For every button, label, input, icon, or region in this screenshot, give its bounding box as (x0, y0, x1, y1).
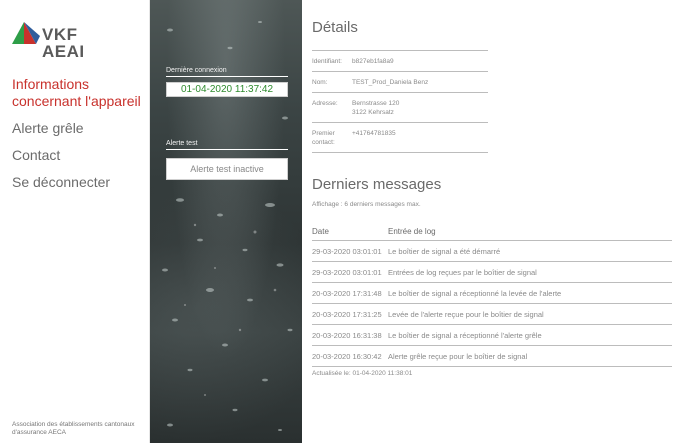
vkf-aeai-logo[interactable]: VKF AEAI (12, 22, 142, 62)
details-title: Détails (312, 19, 358, 36)
details-table: Identifiant: b827eb1fa8a9 Nom: TEST_Prod… (312, 50, 488, 153)
hail-photo-panel: Dernière connexion 01-04-2020 11:37:42 A… (150, 0, 302, 443)
detail-value: Bernstrasse 120 3122 Kehrsatz (352, 99, 488, 117)
message-entry: Alerte grêle reçue pour le boîtier de si… (388, 351, 528, 361)
detail-row-name: Nom: TEST_Prod_Daniela Benz (312, 72, 488, 93)
message-date: 20-03-2020 17:31:25 (312, 309, 382, 319)
nav-item-contact[interactable]: Contact (12, 147, 152, 164)
table-row: 20-03-2020 17:31:48 Le boîtier de signal… (312, 283, 672, 304)
messages-table: Date Entrée de log 29-03-2020 03:01:01 L… (312, 222, 672, 367)
message-entry: Le boîtier de signal a été démarré (388, 246, 501, 256)
detail-value: TEST_Prod_Daniela Benz (352, 79, 429, 86)
logo-text-vkf: VKF (42, 25, 78, 44)
detail-row-identifier: Identifiant: b827eb1fa8a9 (312, 50, 488, 72)
message-entry: Le boîtier de signal a réceptionné la le… (388, 288, 562, 298)
messages-title: Derniers messages (312, 176, 442, 193)
message-entry: Le boîtier de signal a réceptionné l'ale… (388, 330, 542, 340)
main-content: Détails Identifiant: b827eb1fa8a9 Nom: T… (312, 0, 672, 443)
table-row: 29-03-2020 03:01:01 Entrées de log reçue… (312, 262, 672, 283)
message-date: 29-03-2020 03:01:01 (312, 267, 382, 277)
messages-subtitle: Affichage : 6 derniers messages max. (312, 201, 421, 208)
table-row: 20-03-2020 16:30:42 Alerte grêle reçue p… (312, 346, 672, 367)
last-updated-text: Actualisée le: 01-04-2020 11:38:01 (312, 370, 413, 377)
sidebar: VKF AEAI Informations concernant l'appar… (0, 0, 150, 443)
logo-triangle-icon (12, 22, 40, 44)
column-header-log-entry: Entrée de log (388, 226, 436, 236)
nav-item-logout[interactable]: Se déconnecter (12, 174, 152, 191)
table-row: 20-03-2020 17:31:25 Levée de l'alerte re… (312, 304, 672, 325)
detail-key: Identifiant: (312, 58, 342, 65)
nav-item-device-info[interactable]: Informations concernant l'appareil (12, 76, 152, 110)
message-date: 20-03-2020 17:31:48 (312, 288, 382, 298)
detail-value: b827eb1fa8a9 (352, 58, 394, 65)
sidebar-footer-text: Association des établissements cantonaux… (12, 421, 135, 436)
table-row: 29-03-2020 03:01:01 Le boîtier de signal… (312, 241, 672, 262)
message-date: 29-03-2020 03:01:01 (312, 246, 382, 256)
nav-item-hail-alert[interactable]: Alerte grêle (12, 120, 152, 137)
message-date: 20-03-2020 16:30:42 (312, 351, 382, 361)
last-connection-label: Dernière connexion (166, 67, 288, 77)
detail-row-address: Adresse: Bernstrasse 120 3122 Kehrsatz (312, 93, 488, 123)
messages-table-header: Date Entrée de log (312, 222, 672, 241)
detail-key: Premier contact: (312, 130, 335, 146)
detail-value: +41764781835 (352, 130, 396, 137)
table-row: 20-03-2020 16:31:38 Le boîtier de signal… (312, 325, 672, 346)
logo-text-aeai: AEAI (42, 42, 85, 61)
message-entry: Entrées de log reçues par le boîtier de … (388, 267, 537, 277)
detail-row-first-contact: Premier contact: +41764781835 (312, 123, 488, 153)
detail-key: Adresse: (312, 100, 338, 107)
main-nav: Informations concernant l'appareil Alert… (12, 76, 152, 201)
address-street: Bernstrasse 120 (352, 100, 400, 107)
address-city: 3122 Kehrsatz (352, 109, 394, 116)
test-alert-button[interactable]: Alerte test inactive (166, 158, 288, 180)
message-entry: Levée de l'alerte reçue pour le boîtier … (388, 309, 544, 319)
last-connection-value: 01-04-2020 11:37:42 (166, 82, 288, 97)
test-alert-label: Alerte test (166, 140, 288, 150)
detail-key: Nom: (312, 79, 328, 86)
column-header-date: Date (312, 226, 329, 236)
message-date: 20-03-2020 16:31:38 (312, 330, 382, 340)
